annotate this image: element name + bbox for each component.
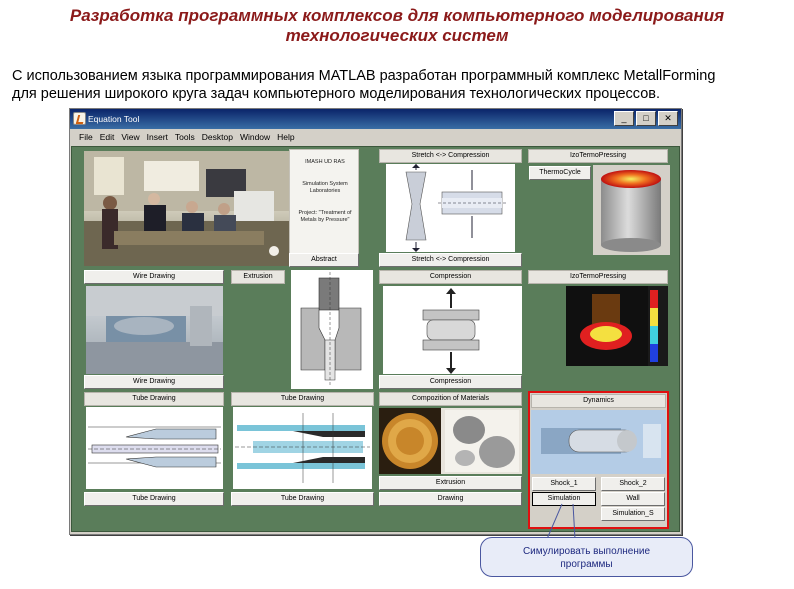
callout-line1: Симулировать выполнение (522, 546, 651, 557)
callout-pointer (546, 503, 576, 540)
callout-box: Симулировать выполнение программы (480, 537, 693, 577)
callout-line2: программы (560, 559, 613, 570)
